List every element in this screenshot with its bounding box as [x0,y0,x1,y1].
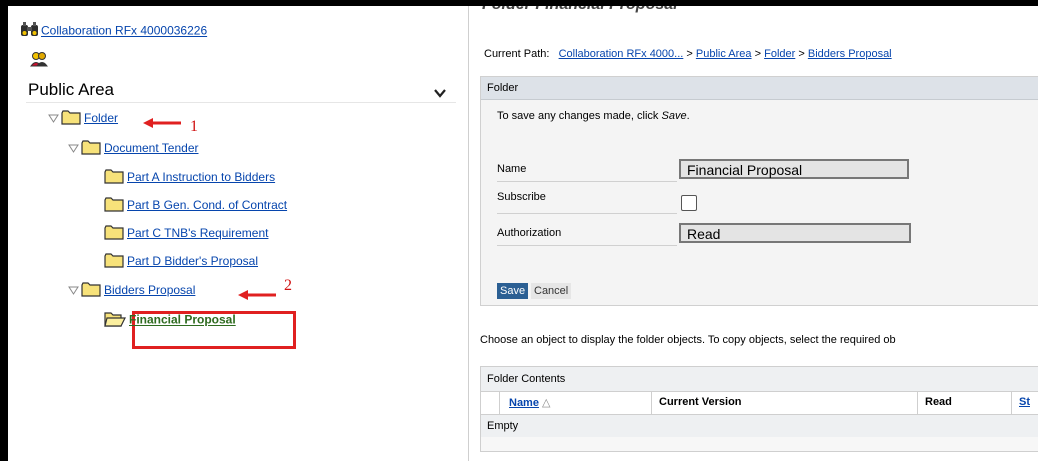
page-title: Folder Financial Proposal [482,6,678,14]
expanded-triangle-icon[interactable] [68,284,79,298]
breadcrumb: Current Path: Collaboration RFx 4000... … [484,48,892,60]
tree-node-folder[interactable]: Folder [48,110,118,128]
column-divider [1011,392,1012,414]
tree-node-part-b[interactable]: Part B Gen. Cond. of Contract [104,197,287,215]
column-divider [917,392,918,414]
folder-contents-table: Folder Contents Name △ Current Version R… [480,366,1038,452]
column-header-current-version: Current Version [659,396,742,408]
breadcrumb-separator: > [686,48,693,60]
save-hint-emphasis: Save [661,110,687,122]
save-hint-end: . [686,110,690,122]
divider [497,181,677,182]
expanded-triangle-icon[interactable] [48,112,59,126]
tree-node-part-c[interactable]: Part C TNB's Requirement [104,225,268,243]
column-header-name[interactable]: Name △ [509,396,551,409]
table-title: Folder Contents [481,367,1038,392]
tree-node-financial-proposal[interactable]: Financial Proposal [104,311,236,330]
navigation-pane: Collaboration RFx 4000036226 Public Area… [8,6,469,461]
bidders-proposal-link[interactable]: Bidders Proposal [104,283,195,297]
financial-proposal-link[interactable]: Financial Proposal [129,313,236,327]
annotation-arrow-icon [143,118,181,128]
collaboration-rfx-link[interactable]: Collaboration RFx 4000036226 [41,24,207,38]
divider [497,245,677,246]
breadcrumb-item-public-area[interactable]: Public Area [696,48,752,60]
authorization-label: Authorization [497,227,562,239]
table-header-row: Name △ Current Version Read St [481,392,1038,415]
folder-icon [104,253,124,271]
folder-icon [104,225,124,243]
part-a-link[interactable]: Part A Instruction to Bidders [127,170,275,184]
binoculars-icon [20,22,40,41]
cancel-button[interactable]: Cancel [531,283,572,299]
column-header-read: Read [925,396,952,408]
column-header-name-label[interactable]: Name [509,397,539,409]
participants-icon [30,51,48,70]
breadcrumb-separator: > [798,48,805,60]
panel-header: Folder [481,77,1038,100]
folder-icon [104,169,124,187]
tree-node-bidders-proposal[interactable]: Bidders Proposal [68,282,195,300]
save-hint: To save any changes made, click Save. [497,110,690,122]
folder-properties-panel: Folder To save any changes made, click S… [480,76,1038,306]
open-folder-icon [104,311,126,330]
folder-icon [104,197,124,215]
tree-node-document-tender[interactable]: Document Tender [68,140,199,158]
column-header-status[interactable]: St [1019,396,1030,408]
annotation-number: 1 [190,118,198,135]
divider [497,213,677,214]
part-c-link[interactable]: Part C TNB's Requirement [127,226,268,240]
breadcrumb-item-collaboration[interactable]: Collaboration RFx 4000... [559,48,684,60]
tree-node-part-d[interactable]: Part D Bidder's Proposal [104,253,258,271]
expanded-triangle-icon[interactable] [68,142,79,156]
subscribe-label: Subscribe [497,191,546,203]
subscribe-checkbox[interactable] [681,195,697,211]
tree-node-part-a[interactable]: Part A Instruction to Bidders [104,169,275,187]
breadcrumb-separator: > [754,48,762,60]
table-row-empty: Empty [481,415,1038,437]
content-pane: Folder Financial Proposal Current Path: … [472,6,1038,461]
save-button[interactable]: Save [497,283,529,299]
save-hint-text: To save any changes made, click [497,110,662,122]
breadcrumb-label: Current Path: [484,48,550,60]
folder-link[interactable]: Folder [84,111,118,125]
folder-icon [81,282,101,300]
collaboration-link-row[interactable]: Collaboration RFx 4000036226 [20,22,207,41]
breadcrumb-item-folder[interactable]: Folder [764,48,795,60]
folder-icon [61,110,81,128]
document-tender-link[interactable]: Document Tender [104,141,199,155]
column-divider [499,392,500,414]
annotation-arrow-icon [238,290,276,300]
name-field[interactable]: Financial Proposal [679,159,909,179]
area-dropdown[interactable]: Public Area [26,78,456,103]
folder-icon [81,140,101,158]
column-divider [651,392,652,414]
area-dropdown-value: Public Area [28,80,114,99]
authorization-field[interactable]: Read [679,223,911,243]
name-label: Name [497,163,527,175]
instructions-text: Choose an object to display the folder o… [480,334,896,346]
breadcrumb-item-bidders-proposal[interactable]: Bidders Proposal [808,48,892,60]
window-frame-left [0,0,8,461]
sort-triangle-icon[interactable]: △ [542,397,550,409]
part-d-link[interactable]: Part D Bidder's Proposal [127,254,258,268]
part-b-link[interactable]: Part B Gen. Cond. of Contract [127,198,287,212]
chevron-down-icon [434,83,446,103]
annotation-number: 2 [284,277,292,294]
